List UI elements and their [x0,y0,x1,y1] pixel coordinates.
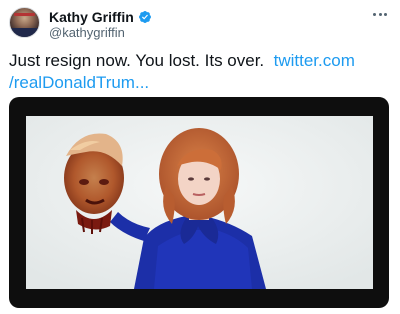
author-avatar[interactable] [9,7,40,38]
verified-badge-icon [138,11,151,23]
author-display-name[interactable]: Kathy Griffin [49,9,134,25]
photo-illustration [26,116,373,289]
more-dot [373,12,376,16]
tweet-photo[interactable] [26,116,373,289]
more-dot [384,12,387,16]
media-frame[interactable] [9,97,389,308]
more-options-icon[interactable] [373,9,387,19]
tweet-link-path[interactable]: /realDonaldTrum... [9,73,149,92]
author-handle[interactable]: @kathygriffin [49,25,125,41]
tweet-card: Kathy Griffin @kathygriffin Just resign … [0,0,400,314]
avatar-shirt [10,28,39,37]
avatar-hat-band [14,13,35,16]
more-dot [378,12,382,16]
tweet-body-text: Just resign now. You lost. Its over. [9,51,265,70]
tweet-link-domain[interactable]: twitter.com [274,51,355,70]
author-name-row: Kathy Griffin [49,9,152,25]
tweet-text: Just resign now. You lost. Its over. twi… [9,50,389,94]
